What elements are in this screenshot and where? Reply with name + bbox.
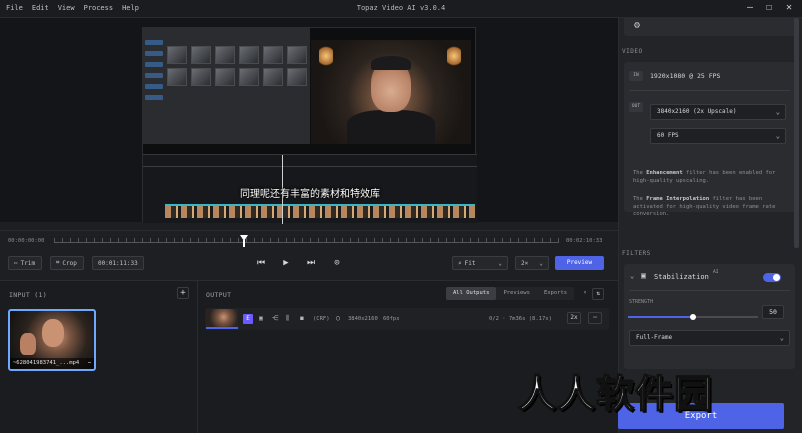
enhancement-note: The Enhancement filter has been enabled …: [633, 170, 776, 184]
frame-interp-icon: ⫼: [286, 314, 289, 322]
scissors-icon: ✂: [14, 259, 18, 267]
frame-thumbnail-grid: [167, 46, 307, 86]
tab-previews[interactable]: Previews: [496, 287, 537, 300]
input-tag: IN: [629, 71, 643, 81]
chevron-down-icon: ⌄: [775, 132, 780, 140]
chevron-down-icon: ⌄: [775, 108, 780, 116]
frame-media-panel: [143, 28, 310, 144]
scrub-handle-stem: [243, 240, 245, 247]
interpolation-note: The Frame Interpolation filter has been …: [633, 196, 776, 217]
image-icon: ▣: [259, 314, 263, 322]
zoom-select[interactable]: ⌕ Fit ⌄: [452, 256, 508, 270]
zoom-icon: ⌕: [458, 259, 462, 267]
ai-badge: AI: [713, 270, 719, 275]
stabilization-icon: ▣: [641, 271, 646, 280]
stabilization-toggle[interactable]: [763, 273, 781, 282]
crop-icon: ⌗: [56, 259, 60, 266]
chevron-down-icon: ⌄: [498, 259, 502, 267]
scrub-end-time: 00:02:10:33: [566, 238, 603, 244]
speed-label: 2×: [521, 259, 529, 267]
tab-all-outputs[interactable]: All Outputs: [446, 287, 497, 300]
prev-frame-icon[interactable]: ⏮: [254, 256, 268, 270]
video-section-title: VIDEO: [622, 48, 643, 55]
watermark-text: 人人软件园: [517, 371, 714, 417]
strength-label: STRENGTH: [629, 299, 654, 305]
enhancement-badge: E: [243, 314, 253, 324]
app-title: Topaz Video AI v3.0.4: [356, 4, 446, 12]
speed-select[interactable]: 2× ⌄: [515, 256, 549, 270]
chevron-down-icon: ⌄: [539, 259, 543, 267]
timecode-field[interactable]: 00:01:11:33: [92, 256, 144, 270]
input-file-label: ~628041983741_...mp4 ⋯: [10, 358, 94, 369]
scrubber[interactable]: 00:00:00:00 00:02:10:33: [0, 230, 618, 250]
sidebar-top-card: ⚙: [624, 18, 795, 36]
frame-video-player: [311, 40, 471, 144]
record-icon[interactable]: ⊙: [330, 256, 344, 270]
output-tag: OUT: [629, 102, 643, 112]
output-progress: 0/2 · 7m36s (8.17x): [489, 316, 552, 322]
mode-tag[interactable]: 2x: [567, 312, 581, 324]
input-title: INPUT (1): [9, 291, 47, 299]
stabilization-mode-select[interactable]: Full-Frame ⌄: [629, 330, 790, 346]
scrub-track[interactable]: [54, 242, 559, 243]
tab-exports[interactable]: Exports: [537, 287, 574, 300]
sidebar-scrollbar[interactable]: [794, 18, 799, 248]
next-frame-icon[interactable]: ⏭: [304, 256, 318, 270]
gear-icon[interactable]: ⚙: [634, 20, 640, 31]
sort-icon[interactable]: ⇅: [592, 288, 604, 300]
output-thumbnail: [206, 309, 238, 329]
info-icon: ◯: [336, 314, 340, 322]
scrub-start-time: 00:00:00:00: [8, 238, 45, 244]
output-fps-select[interactable]: 60 FPS ⌄: [650, 128, 786, 144]
output-resolution: 3840x2160: [348, 316, 378, 322]
output-resolution-select[interactable]: 3840x2160 (2x Upscale) ⌄: [650, 104, 786, 120]
input-video-thumbnail[interactable]: ~628041983741_...mp4 ⋯: [8, 309, 96, 371]
crop-button[interactable]: ⌗ Crop: [50, 256, 84, 270]
video-preview[interactable]: 同理呢还有丰富的素材和特效库: [0, 18, 618, 224]
more-icon[interactable]: ⋯: [88, 360, 91, 366]
chevron-down-icon: ⌄: [779, 334, 784, 342]
frame-sidebar: [145, 40, 163, 106]
minimize-button[interactable]: —: [743, 2, 757, 13]
output-title: OUTPUT: [206, 291, 232, 299]
play-icon[interactable]: ▶: [279, 256, 293, 270]
camera-icon: ◼: [300, 314, 304, 322]
chevron-left-icon[interactable]: ‹: [580, 288, 590, 300]
preview-button[interactable]: Preview: [555, 256, 604, 270]
output-more-icon[interactable]: ⋯: [588, 312, 602, 324]
stabilization-label: Stabilization: [654, 273, 709, 281]
share-icon: ⋲: [272, 314, 279, 322]
chevron-down-icon[interactable]: ⌄: [630, 272, 634, 280]
video-subtitle: 同理呢还有丰富的素材和特效库: [240, 189, 380, 200]
video-settings-card: IN 1920x1080 @ 25 FPS OUT 3840x2160 (2x …: [624, 62, 795, 217]
input-spec: 1920x1080 @ 25 FPS: [650, 72, 721, 80]
title-bar: File Edit View Process Help Topaz Video …: [0, 0, 802, 18]
zoom-label: Fit: [464, 259, 476, 267]
close-button[interactable]: ✕: [782, 2, 796, 13]
trim-label: Trim: [20, 259, 36, 267]
crop-label: Crop: [62, 259, 77, 267]
strength-slider-handle[interactable]: [690, 314, 696, 320]
output-tabs: All Outputs Previews Exports: [446, 287, 575, 300]
strength-value[interactable]: 50: [762, 305, 784, 319]
output-fps: 60fps: [383, 316, 400, 322]
maximize-button[interactable]: ☐: [762, 2, 776, 13]
strength-slider-fill: [628, 316, 693, 318]
add-input-button[interactable]: +: [177, 287, 189, 299]
codec-label: (CRF): [313, 316, 330, 322]
trim-button[interactable]: ✂ Trim: [8, 256, 42, 270]
filters-section-title: FILTERS: [622, 250, 651, 257]
